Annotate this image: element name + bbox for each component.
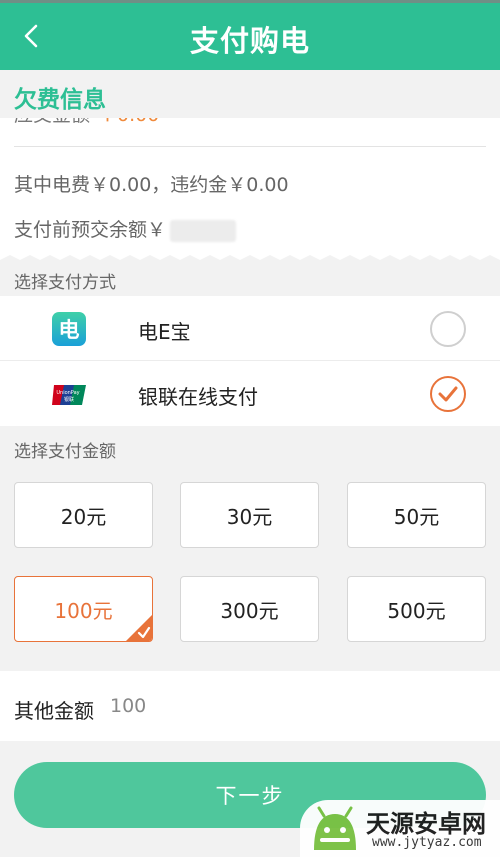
top-bar: 支付购电 <box>0 0 500 70</box>
svg-text:电: 电 <box>59 318 80 342</box>
amount-option-30[interactable]: 30元 <box>180 482 319 548</box>
radio-checked[interactable] <box>430 376 466 412</box>
watermark-url: www.jytyaz.com <box>372 835 482 850</box>
amount-option-label: 100元 <box>54 598 113 623</box>
other-amount-label: 其他金额 <box>14 699 94 723</box>
prepaid-balance-row: 支付前预交余额￥ <box>14 215 237 242</box>
payment-option-name: 电E宝 <box>138 320 191 344</box>
checkmark-icon <box>438 386 458 402</box>
amount-option-20[interactable]: 20元 <box>14 482 153 548</box>
amount-option-100[interactable]: 100元 <box>14 576 153 642</box>
selected-corner-check-icon <box>126 615 152 641</box>
dianebao-logo-icon: 电 <box>52 312 86 346</box>
payment-method-label: 选择支付方式 <box>14 273 116 293</box>
page-title: 支付购电 <box>189 24 310 58</box>
payment-method-list: 电 电E宝 UnionPay 银联 银联在线支付 <box>0 296 500 426</box>
amount-option-label: 50元 <box>393 504 440 529</box>
svg-text:UnionPay: UnionPay <box>56 390 79 396</box>
amount-option-500[interactable]: 500元 <box>347 576 486 642</box>
next-step-label: 下一步 <box>215 784 285 808</box>
arrears-info-header: 欠费信息 <box>0 70 500 118</box>
watermark: 天源安卓网 www.jytyaz.com <box>300 800 500 857</box>
divider <box>14 146 486 147</box>
other-amount-row: 其他金额 <box>0 671 500 741</box>
amount-option-50[interactable]: 50元 <box>347 482 486 548</box>
svg-text:银联: 银联 <box>64 396 74 403</box>
status-bar-strip <box>0 0 500 3</box>
other-amount-input[interactable] <box>110 691 470 721</box>
amount-option-300[interactable]: 300元 <box>180 576 319 642</box>
amount-option-label: 30元 <box>226 504 273 529</box>
amount-option-label: 500元 <box>387 598 446 623</box>
redacted-value <box>170 219 237 242</box>
arrears-info-panel: 应交金额￥0.00 欠费信息 其中电费￥0.00，违约金￥0.00 支付前预交余… <box>0 70 500 260</box>
fee-breakdown: 其中电费￥0.00，违约金￥0.00 <box>14 174 289 196</box>
payment-option-name: 银联在线支付 <box>138 385 258 409</box>
zigzag-edge <box>0 255 500 260</box>
prepaid-balance-label: 支付前预交余额￥ <box>14 219 167 241</box>
amount-option-label: 300元 <box>220 598 279 623</box>
payment-option-dianebao[interactable]: 电 电E宝 <box>0 296 500 361</box>
radio-unchecked[interactable] <box>430 311 466 347</box>
android-logo-icon <box>314 806 356 850</box>
amount-label: 选择支付金额 <box>14 442 116 462</box>
watermark-title: 天源安卓网 <box>366 810 486 838</box>
arrears-info-title: 欠费信息 <box>14 87 106 113</box>
amount-option-label: 20元 <box>60 504 107 529</box>
unionpay-logo-icon: UnionPay 银联 <box>52 385 86 405</box>
payment-option-unionpay[interactable]: UnionPay 银联 银联在线支付 <box>0 361 500 426</box>
